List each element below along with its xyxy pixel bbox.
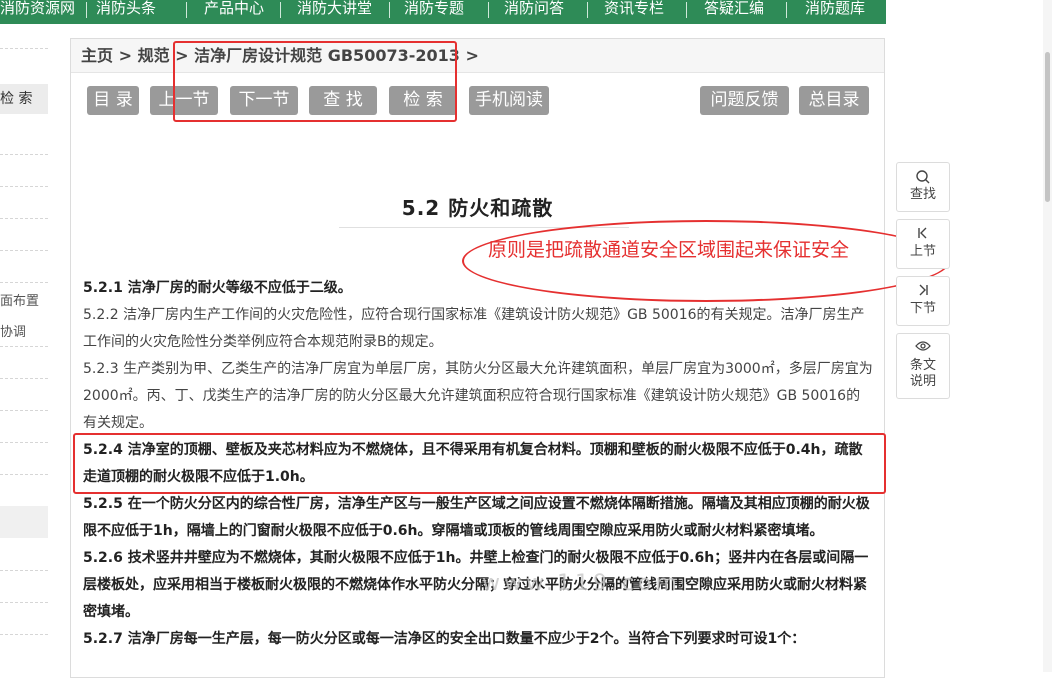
sidebar-divider (0, 410, 48, 411)
sidebar-item-coordination[interactable]: 协调 (0, 321, 48, 340)
nav-separator (587, 2, 588, 18)
sidebar-divider (0, 218, 48, 219)
clause-5-2-5: 5.2.5 在一个防火分区内的综合性厂房，洁净生产区与一般生产区域之间应设置不燃… (83, 496, 870, 539)
nav-item-fire-resources[interactable]: 消防资源网 (0, 0, 75, 24)
sidebar-divider (0, 154, 48, 155)
sidebar-divider (0, 474, 48, 475)
article-body: 5.2.1 洁净厂房的耐火等级不应低于二级。 5.2.2 洁净厂房内生产工作间的… (83, 275, 873, 653)
nav-separator (488, 2, 489, 18)
content-panel: 主页 > 规范 > 洁净厂房设计规范 GB50073-2013 > 目 录 上一… (70, 38, 885, 678)
nav-separator (280, 2, 281, 18)
nav-item-question-bank[interactable]: 消防题库 (805, 0, 865, 24)
sidebar-selected-item[interactable] (0, 506, 48, 538)
breadcrumb-separator: > (118, 46, 132, 65)
nav-separator (786, 2, 787, 18)
sidebar-divider (0, 442, 48, 443)
clause-5-2-1: 5.2.1 洁净厂房的耐火等级不应低于二级。 (83, 280, 352, 296)
nav-separator (686, 2, 687, 18)
sidebar-divider (0, 602, 48, 603)
sidebar-divider (0, 378, 48, 379)
breadcrumb: 主页 > 规范 > 洁净厂房设计规范 GB50073-2013 > (71, 39, 884, 73)
top-navigation-bar: 消防资源网 消防头条 产品中心 消防大讲堂 消防专题 消防问答 资讯专栏 答疑汇… (0, 0, 886, 24)
nav-item-product-center[interactable]: 产品中心 (204, 0, 264, 24)
search-icon (897, 169, 949, 187)
section-title: 5.2 防火和疏散 (401, 196, 554, 220)
toc-button[interactable]: 目 录 (87, 86, 139, 115)
clause-5-2-7: 5.2.7 洁净厂房每一生产层，每一防火分区或每一洁净区的安全出口数量不应少于2… (83, 631, 806, 647)
clause-5-2-6: 5.2.6 技术竖井井壁应为不燃烧体，其耐火极限不应低于1h。井壁上检查门的耐火… (83, 550, 869, 620)
nav-item-fire-qa[interactable]: 消防问答 (504, 0, 564, 24)
side-prev-label: 上节 (909, 244, 936, 259)
sidebar-divider (0, 282, 48, 283)
sidebar-divider (0, 346, 48, 347)
sidebar-search-tab[interactable]: 检 索 (0, 84, 48, 114)
next-section-button[interactable]: 下一节 (230, 86, 298, 115)
nav-item-fire-headlines[interactable]: 消防头条 (96, 0, 156, 24)
nav-item-qa-compilation[interactable]: 答疑汇编 (704, 0, 764, 24)
mobile-read-button[interactable]: 手机阅读 (469, 86, 549, 115)
annotation-note: 原则是把疏散通道安全区域围起来保证安全 (488, 239, 850, 261)
left-sidebar: 检 索 面布置 协调 (0, 38, 56, 672)
scrollbar-thumb[interactable] (1045, 52, 1050, 202)
nav-separator (186, 2, 187, 18)
clause-5-2-2: 5.2.2 洁净厂房内生产工作间的火灾危险性，应符合现行国家标准《建筑设计防火规… (83, 307, 865, 350)
sidebar-divider (0, 634, 48, 635)
breadcrumb-trail: > (465, 46, 479, 65)
side-notes-label-2: 说明 (909, 374, 936, 389)
side-next-button[interactable]: 下节 (896, 276, 950, 326)
prev-section-button[interactable]: 上一节 (150, 86, 218, 115)
feedback-button[interactable]: 问题反馈 (700, 86, 789, 115)
breadcrumb-separator: > (175, 46, 189, 65)
breadcrumb-standards[interactable]: 规范 (138, 46, 170, 65)
skip-back-icon (897, 226, 949, 244)
side-prev-button[interactable]: 上节 (896, 219, 950, 269)
sidebar-divider (0, 186, 48, 187)
side-notes-button[interactable]: 条文 说明 (896, 333, 950, 399)
eye-icon (897, 340, 949, 358)
clause-5-2-4: 5.2.4 洁净室的顶棚、壁板及夹芯材料应为不燃烧体，且不得采用有机复合材料。顶… (83, 442, 863, 485)
index-button[interactable]: 总目录 (799, 86, 869, 115)
side-next-label: 下节 (909, 301, 936, 316)
side-find-label: 查找 (909, 187, 936, 202)
find-button[interactable]: 查 找 (309, 86, 377, 115)
sidebar-divider (0, 570, 48, 571)
sidebar-divider (0, 250, 48, 251)
breadcrumb-current[interactable]: 洁净厂房设计规范 GB50073-2013 (194, 46, 460, 65)
skip-forward-icon (897, 283, 949, 301)
nav-item-news-column[interactable]: 资讯专栏 (604, 0, 664, 24)
nav-item-fire-lecture[interactable]: 消防大讲堂 (297, 0, 372, 24)
nav-separator (86, 2, 87, 18)
clause-5-2-3: 5.2.3 生产类别为甲、乙类生产的洁净厂房宜为单层厂房，其防火分区最大允许建筑… (83, 361, 873, 431)
nav-item-fire-topics[interactable]: 消防专题 (404, 0, 464, 24)
side-notes-label-1: 条文 (909, 358, 936, 373)
breadcrumb-home[interactable]: 主页 (81, 46, 113, 65)
sidebar-item-layout[interactable]: 面布置 (0, 290, 48, 309)
search-button[interactable]: 检 索 (389, 86, 457, 115)
side-find-button[interactable]: 查找 (896, 162, 950, 212)
sidebar-divider (0, 48, 48, 49)
title-divider (339, 227, 629, 228)
nav-separator (389, 2, 390, 18)
